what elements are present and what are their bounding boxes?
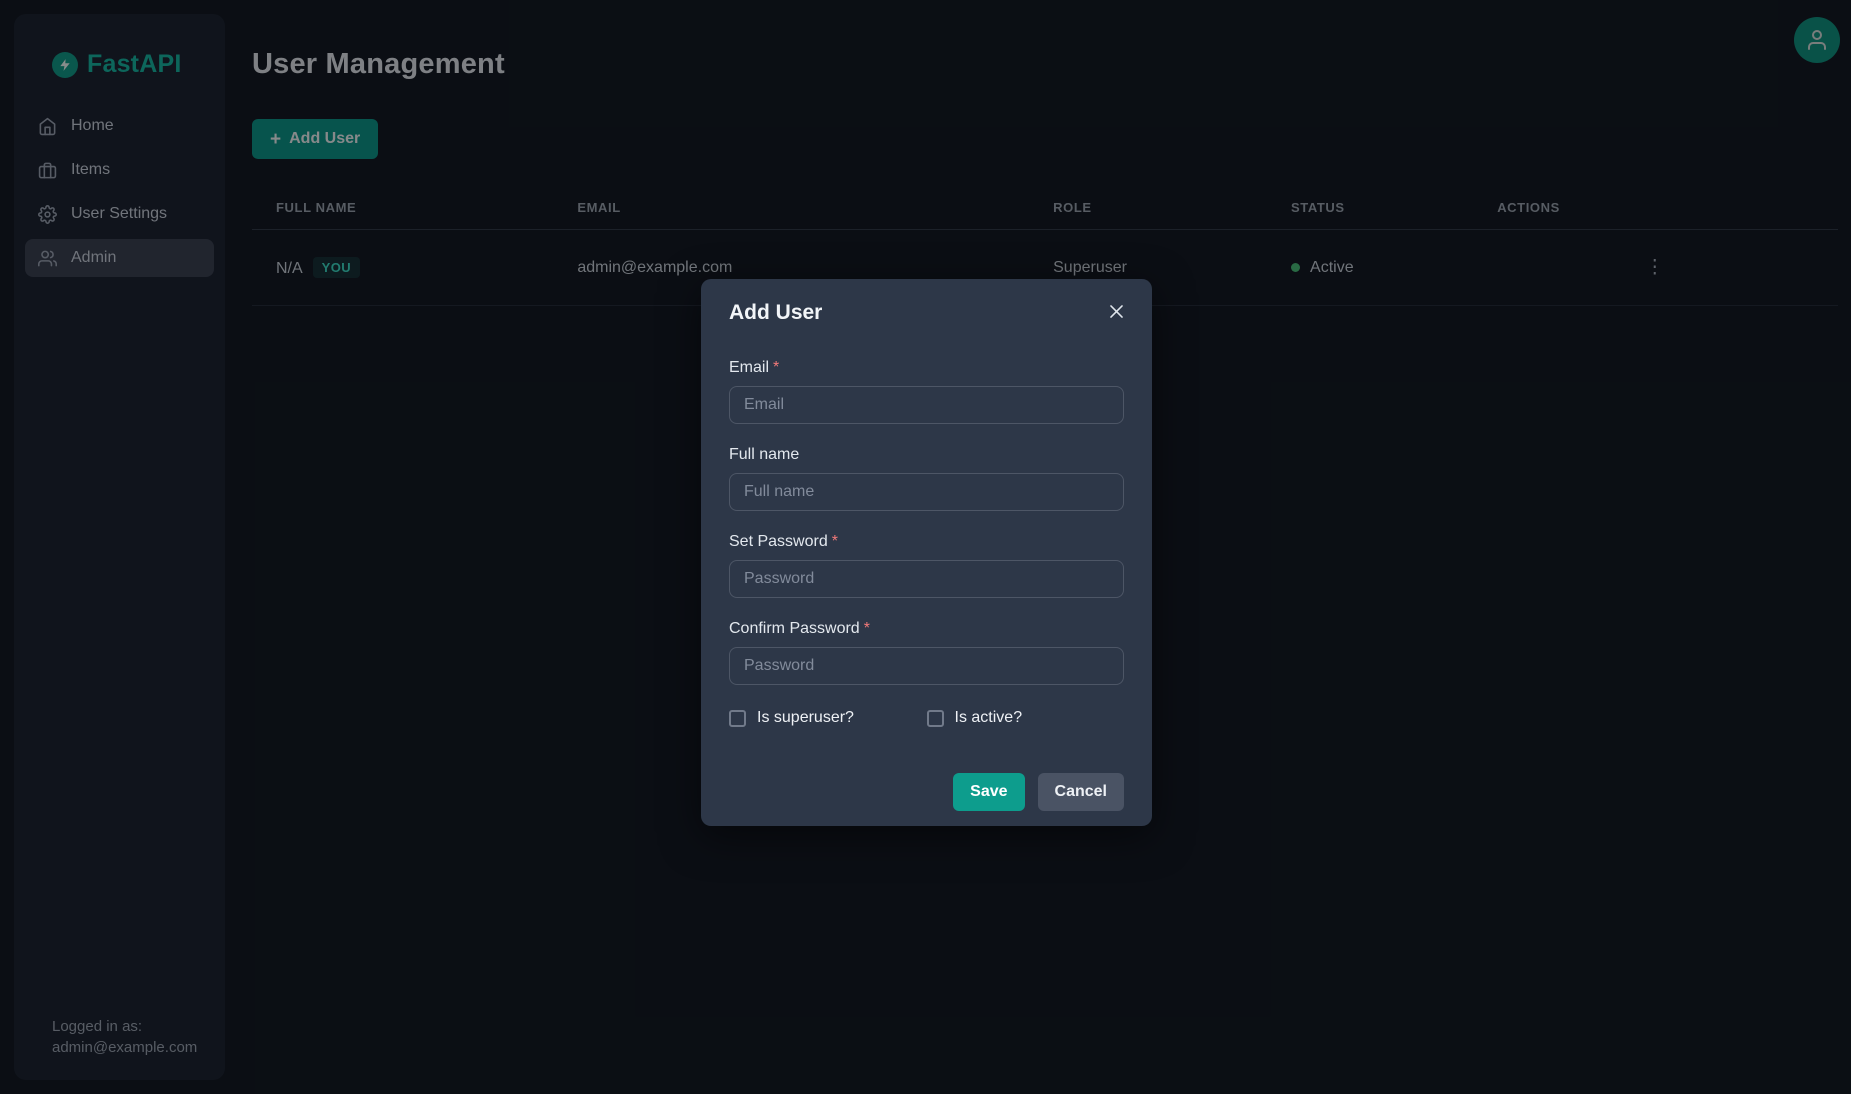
full-name-label: Full name	[729, 446, 1124, 464]
full-name-field[interactable]	[729, 473, 1124, 511]
full-name-field-group: Full name	[729, 446, 1124, 511]
is-superuser-checkbox[interactable]	[729, 710, 746, 727]
confirm-password-field-group: Confirm Password*	[729, 620, 1124, 685]
modal-checkbox-row: Is superuser? Is active?	[729, 709, 1124, 727]
set-password-field-group: Set Password*	[729, 533, 1124, 598]
confirm-password-label: Confirm Password*	[729, 620, 1124, 638]
required-asterisk: *	[773, 359, 779, 376]
set-password-label: Set Password*	[729, 533, 1124, 551]
modal-title: Add User	[729, 301, 1124, 325]
is-superuser-label[interactable]: Is superuser?	[757, 709, 854, 727]
required-asterisk: *	[832, 533, 838, 550]
cancel-button[interactable]: Cancel	[1038, 773, 1124, 811]
confirm-password-field[interactable]	[729, 647, 1124, 685]
set-password-field[interactable]	[729, 560, 1124, 598]
modal-footer: Save Cancel	[729, 773, 1124, 811]
email-field[interactable]	[729, 386, 1124, 424]
add-user-modal: Add User Email* Full name Set Password* …	[701, 279, 1152, 826]
email-field-group: Email*	[729, 359, 1124, 424]
save-button[interactable]: Save	[953, 773, 1024, 811]
is-active-checkbox[interactable]	[927, 710, 944, 727]
close-icon[interactable]	[1102, 297, 1130, 325]
is-active-label[interactable]: Is active?	[955, 709, 1023, 727]
is-active-option: Is active?	[927, 709, 1125, 727]
required-asterisk: *	[864, 620, 870, 637]
is-superuser-option: Is superuser?	[729, 709, 927, 727]
email-label: Email*	[729, 359, 1124, 377]
